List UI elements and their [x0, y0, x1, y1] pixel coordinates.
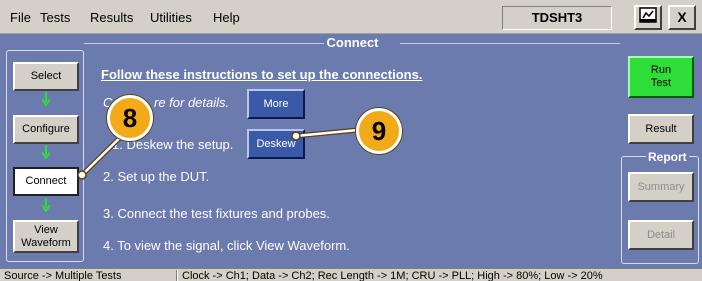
step-configure-button[interactable]: Configure [13, 115, 79, 144]
status-bar: Source -> Multiple Tests Clock -> Ch1; D… [0, 268, 702, 281]
report-label: Report [646, 150, 689, 164]
menu-tests[interactable]: Tests [40, 10, 70, 25]
result-button[interactable]: Result [628, 114, 694, 144]
arrow-down-icon [42, 198, 50, 212]
more-button[interactable]: More [247, 89, 305, 119]
step-select-button[interactable]: Select [13, 62, 79, 91]
instruction-step-3: 3. Connect the test fixtures and probes. [103, 206, 330, 221]
instruction-step-2: 2. Set up the DUT. [103, 169, 210, 184]
menu-file[interactable]: File [10, 10, 31, 25]
instruction-step-4: 4. To view the signal, click View Wavefo… [103, 238, 350, 253]
arrow-down-icon [42, 145, 50, 159]
detail-button[interactable]: Detail [628, 220, 694, 250]
window-icon [639, 7, 657, 23]
menu-results[interactable]: Results [90, 10, 133, 25]
app-title: TDSHT3 [502, 6, 612, 30]
status-divider [176, 270, 178, 281]
menu-utilities[interactable]: Utilities [150, 10, 192, 25]
menu-bar: File Tests Results Utilities Help TDSHT3… [0, 0, 702, 34]
deskew-button[interactable]: Deskew [247, 129, 305, 159]
minimize-window-button[interactable] [634, 5, 662, 30]
details-text: re for details. [154, 95, 230, 110]
step-view-waveform-button[interactable]: View Waveform [13, 220, 79, 253]
callout-8: 8 [107, 95, 153, 141]
instructions-heading: Follow these instructions to set up the … [101, 67, 423, 82]
summary-button[interactable]: Summary [628, 172, 694, 202]
panel-title: Connect [326, 35, 379, 50]
callout-9: 9 [356, 108, 402, 154]
status-source: Source -> Multiple Tests [4, 270, 122, 281]
step-connect-button[interactable]: Connect [13, 167, 79, 196]
menu-help[interactable]: Help [213, 10, 240, 25]
close-button[interactable]: X [668, 5, 696, 30]
arrow-down-icon [42, 92, 50, 106]
run-test-button[interactable]: Run Test [628, 56, 694, 98]
status-config: Clock -> Ch1; Data -> Ch2; Rec Length ->… [182, 270, 603, 281]
